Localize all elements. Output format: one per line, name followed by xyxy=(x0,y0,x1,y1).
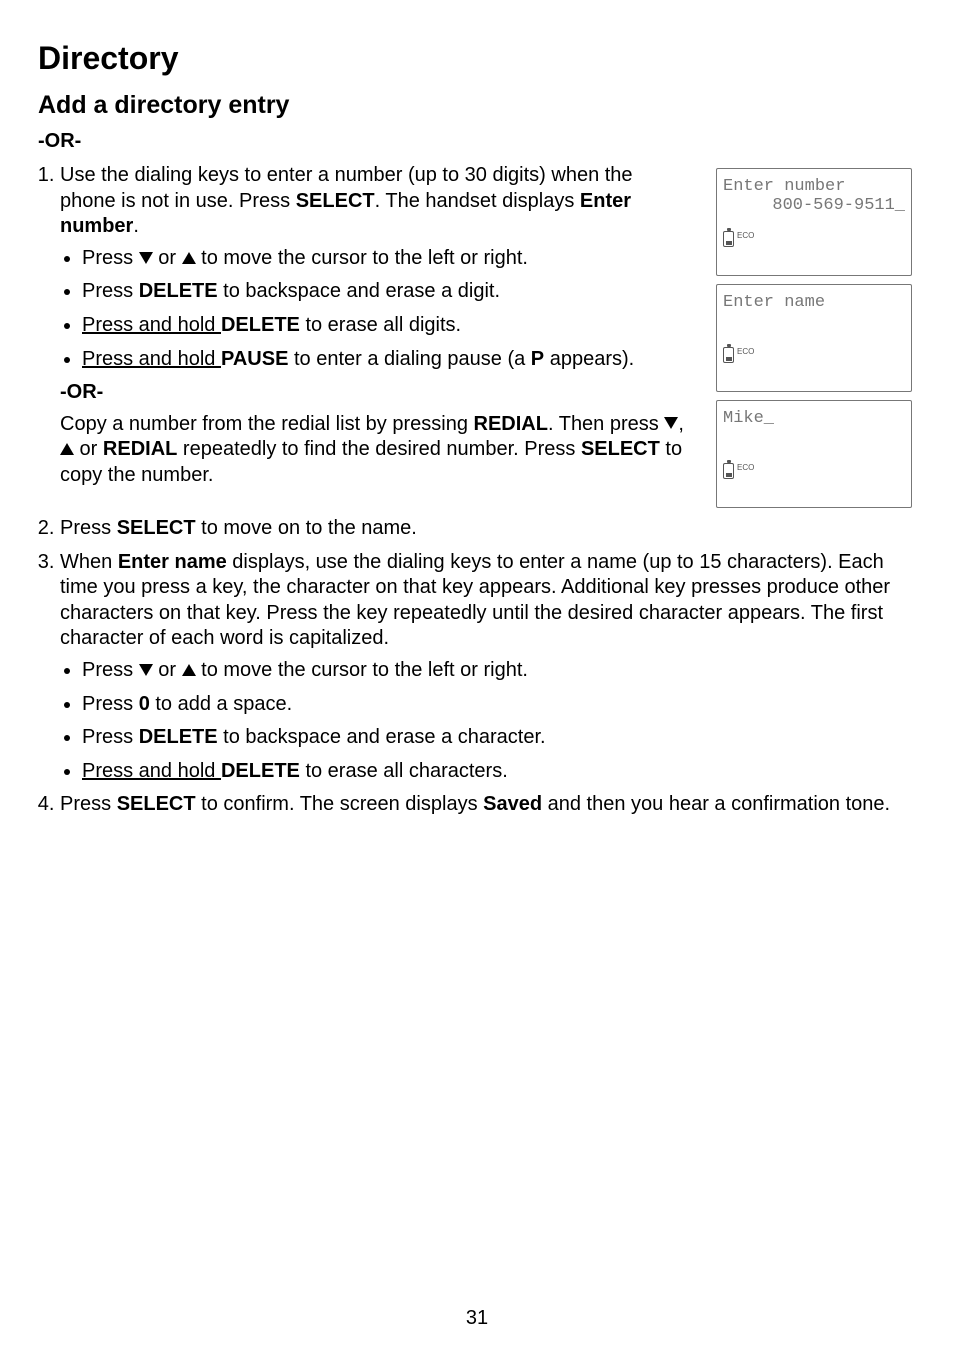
redial-paragraph: Copy a number from the redial list by pr… xyxy=(60,412,688,489)
text: Press xyxy=(82,693,139,715)
text: appears). xyxy=(544,348,634,370)
key-delete: DELETE xyxy=(139,280,218,302)
text: When xyxy=(60,551,118,573)
text: to erase all characters. xyxy=(300,760,508,782)
battery-icon xyxy=(723,231,734,247)
lcd-line: Enter name xyxy=(723,293,905,312)
text: Press xyxy=(82,280,139,302)
key-delete: DELETE xyxy=(221,314,300,336)
text-underlined: Press and hold xyxy=(82,760,221,782)
text: and then you hear a confirmation tone. xyxy=(542,793,890,815)
bullet: Press and hold DELETE to erase all digit… xyxy=(82,313,688,339)
bullet: Press DELETE to backspace and erase a di… xyxy=(82,279,688,305)
eco-label: ECO xyxy=(737,231,754,240)
key-select: SELECT xyxy=(296,190,375,212)
bullet: Press DELETE to backspace and erase a ch… xyxy=(82,725,916,751)
text: to move the cursor to the left or right. xyxy=(196,247,528,269)
text: to backspace and erase a character. xyxy=(218,726,546,748)
text: to confirm. The screen displays xyxy=(196,793,484,815)
page-number: 31 xyxy=(0,1307,954,1330)
eco-label: ECO xyxy=(737,463,754,472)
down-arrow-icon xyxy=(139,252,153,264)
lcd-screen-3: Mike_ ECO xyxy=(716,400,912,508)
label-enter-name: Enter name xyxy=(118,551,227,573)
lcd-line: Mike_ xyxy=(723,409,905,428)
up-arrow-icon xyxy=(182,252,196,264)
text: Copy a number from the redial list by pr… xyxy=(60,413,474,435)
key-zero: 0 xyxy=(139,693,150,715)
or-label: -OR- xyxy=(38,130,916,153)
step-1: Use the dialing keys to enter a number (… xyxy=(60,163,688,489)
lcd-status-row: ECO xyxy=(723,463,754,479)
bullet: Press and hold PAUSE to enter a dialing … xyxy=(82,347,688,373)
text: to move the cursor to the left or right. xyxy=(196,659,528,681)
text: to erase all digits. xyxy=(300,314,461,336)
text-underlined: Press and hold xyxy=(82,348,221,370)
text: Press xyxy=(82,659,139,681)
step-3: When Enter name displays, use the dialin… xyxy=(60,550,916,785)
key-select: SELECT xyxy=(581,438,660,460)
key-delete: DELETE xyxy=(139,726,218,748)
key-redial: REDIAL xyxy=(103,438,177,460)
step-2: Press SELECT to move on to the name. xyxy=(60,516,916,542)
screens-column: Enter number 800-569-9511_ ECO Enter nam… xyxy=(716,163,916,516)
step-4: Press SELECT to confirm. The screen disp… xyxy=(60,792,916,818)
key-select: SELECT xyxy=(117,517,196,539)
lcd-screen-1: Enter number 800-569-9511_ ECO xyxy=(716,168,912,276)
text: to backspace and erase a digit. xyxy=(218,280,500,302)
up-arrow-icon xyxy=(60,443,74,455)
text: or xyxy=(153,247,182,269)
text: Press xyxy=(60,793,117,815)
left-column: Use the dialing keys to enter a number (… xyxy=(38,163,716,497)
lcd-status-row: ECO xyxy=(723,347,754,363)
section-heading: Add a directory entry xyxy=(38,91,916,120)
page-title: Directory xyxy=(38,40,916,77)
lcd-line: 800-569-9511_ xyxy=(723,196,905,215)
bullet: Press or to move the cursor to the left … xyxy=(82,658,916,684)
text: . xyxy=(133,215,139,237)
letter-p: P xyxy=(531,348,544,370)
key-pause: PAUSE xyxy=(221,348,288,370)
text: or xyxy=(74,438,103,460)
lcd-line: Enter number xyxy=(723,177,905,196)
key-select: SELECT xyxy=(117,793,196,815)
lcd-status-row: ECO xyxy=(723,231,754,247)
bullet: Press and hold DELETE to erase all chara… xyxy=(82,759,916,785)
label-saved: Saved xyxy=(483,793,542,815)
up-arrow-icon xyxy=(182,664,196,676)
or-label-inner: -OR- xyxy=(60,380,688,406)
bullet: Press 0 to add a space. xyxy=(82,692,916,718)
text: or xyxy=(153,659,182,681)
text: . Then press xyxy=(548,413,664,435)
text: Press xyxy=(82,726,139,748)
text: to add a space. xyxy=(150,693,292,715)
text: Press xyxy=(82,247,139,269)
text-underlined: Press and hold xyxy=(82,314,221,336)
down-arrow-icon xyxy=(664,417,678,429)
battery-icon xyxy=(723,463,734,479)
key-redial: REDIAL xyxy=(474,413,548,435)
text: Press xyxy=(60,517,117,539)
eco-label: ECO xyxy=(737,347,754,356)
down-arrow-icon xyxy=(139,664,153,676)
key-delete: DELETE xyxy=(221,760,300,782)
text: to move on to the name. xyxy=(196,517,417,539)
bullet: Press or to move the cursor to the left … xyxy=(82,246,688,272)
text: . The handset displays xyxy=(375,190,580,212)
text: to enter a dialing pause (a xyxy=(288,348,530,370)
lcd-screen-2: Enter name ECO xyxy=(716,284,912,392)
battery-icon xyxy=(723,347,734,363)
text: repeatedly to find the desired number. P… xyxy=(177,438,581,460)
text: , xyxy=(678,413,684,435)
